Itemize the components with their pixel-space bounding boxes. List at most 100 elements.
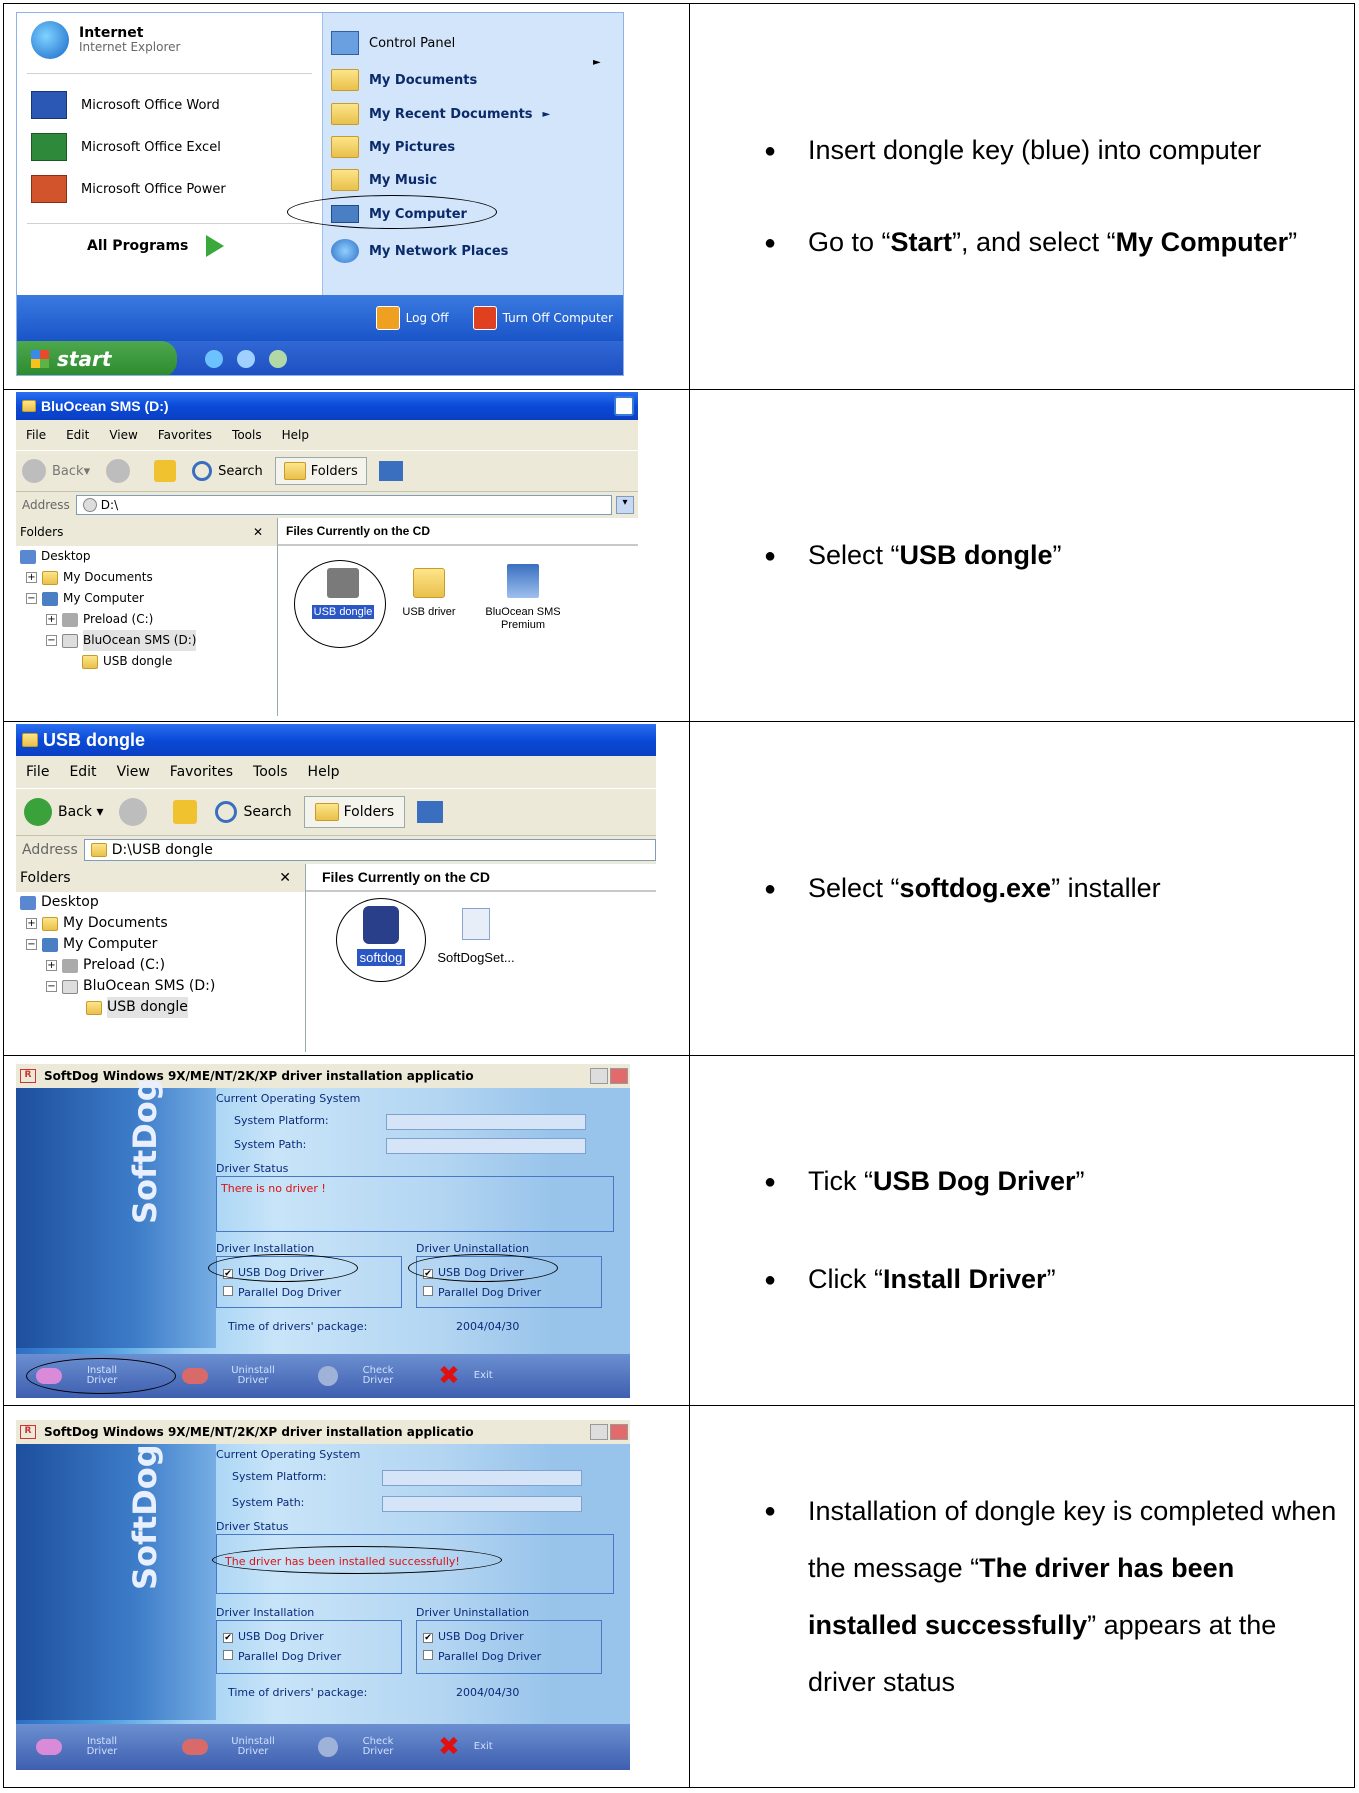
start-item-my-documents[interactable]: My Documents xyxy=(331,69,477,91)
up-folder-icon[interactable] xyxy=(173,800,198,824)
file-softdogset[interactable]: SoftDogSet... xyxy=(426,908,526,965)
check-driver-button[interactable]: Check Driver xyxy=(318,1366,398,1386)
start-item-my-music[interactable]: My Music xyxy=(331,169,437,191)
tree-item-my-computer[interactable]: − My Computer xyxy=(20,588,277,609)
menu-view[interactable]: View xyxy=(109,428,137,442)
tree-item-preload[interactable]: + Preload (C:) xyxy=(20,955,305,976)
tree-item-usb-dongle[interactable]: USB dongle xyxy=(20,997,305,1018)
collapse-icon[interactable]: − xyxy=(46,981,57,992)
back-button[interactable]: Back ▾ xyxy=(22,459,90,483)
forward-button[interactable] xyxy=(106,459,131,483)
uninstall-driver-button[interactable]: Uninstall Driver xyxy=(182,1366,278,1386)
folders-label: Folders xyxy=(343,804,395,820)
address-dropdown-icon[interactable]: ▾ xyxy=(616,496,634,514)
folders-button[interactable]: Folders xyxy=(303,796,406,828)
system-platform-field xyxy=(386,1114,586,1130)
tree-item-usb-dongle[interactable]: USB dongle xyxy=(20,651,277,672)
expand-icon[interactable]: + xyxy=(26,918,37,929)
bullet-dot: ● xyxy=(764,1268,777,1291)
usb-dog-install-checkbox[interactable]: ✔ USB Dog Driver xyxy=(223,1627,395,1647)
close-icon[interactable] xyxy=(610,1068,628,1084)
submenu-arrow-icon: ► xyxy=(542,108,551,120)
search-button[interactable]: Search xyxy=(192,461,263,481)
softdog-brand-panel xyxy=(16,1088,216,1348)
menu-favorites[interactable]: Favorites xyxy=(170,764,233,780)
file-bluocean-premium[interactable]: BluOcean SMS Premium xyxy=(468,564,578,632)
menu-help[interactable]: Help xyxy=(282,428,309,442)
close-icon[interactable] xyxy=(610,1424,628,1440)
menu-edit[interactable]: Edit xyxy=(66,428,89,442)
collapse-icon[interactable]: − xyxy=(26,593,37,604)
menu-favorites[interactable]: Favorites xyxy=(158,428,212,442)
start-item-my-pictures[interactable]: My Pictures xyxy=(331,136,455,158)
start-item-control-panel[interactable]: Control Panel xyxy=(331,31,455,55)
tree-item-preload[interactable]: + Preload (C:) xyxy=(20,609,277,630)
tree-item-bluocean[interactable]: − BluOcean SMS (D:) xyxy=(20,630,277,651)
menu-view[interactable]: View xyxy=(117,764,150,780)
check-driver-button[interactable]: Check Driver xyxy=(318,1737,398,1757)
start-item-network-places[interactable]: My Network Places xyxy=(331,239,508,263)
menu-tools[interactable]: Tools xyxy=(253,764,288,780)
collapse-icon[interactable]: − xyxy=(26,939,37,950)
menu-edit[interactable]: Edit xyxy=(69,764,96,780)
uninstall-driver-button[interactable]: Uninstall Driver xyxy=(182,1737,278,1757)
tree-item-my-documents[interactable]: + My Documents xyxy=(20,567,277,588)
option-label: Parallel Dog Driver xyxy=(438,1286,542,1299)
expand-icon[interactable]: + xyxy=(26,572,37,583)
start-item-internet[interactable]: Internet Internet Explorer xyxy=(31,21,180,59)
tree-item-my-documents[interactable]: + My Documents xyxy=(20,913,305,934)
folders-button[interactable]: Folders xyxy=(274,457,367,485)
install-driver-button[interactable]: Install Driver xyxy=(36,1737,122,1757)
file-usb-driver[interactable]: USB driver xyxy=(392,568,466,618)
turn-off-button[interactable]: Turn Off Computer xyxy=(472,306,613,330)
exit-button[interactable]: ✖ Exit xyxy=(438,1734,493,1760)
address-label: Address xyxy=(22,842,78,858)
minimize-icon[interactable] xyxy=(590,1068,608,1084)
start-item-word[interactable]: Microsoft Office Word xyxy=(31,91,220,119)
back-button[interactable]: Back ▾ xyxy=(24,798,103,826)
views-icon[interactable] xyxy=(417,801,444,823)
tree-item-desktop[interactable]: Desktop xyxy=(20,546,277,567)
minimize-icon[interactable] xyxy=(590,1424,608,1440)
expand-icon[interactable]: + xyxy=(46,614,57,625)
start-item-excel[interactable]: Microsoft Office Excel xyxy=(31,133,221,161)
search-icon xyxy=(215,801,238,823)
bullet-dot: ● xyxy=(764,877,777,900)
views-icon[interactable] xyxy=(378,461,403,481)
up-folder-icon[interactable] xyxy=(154,460,177,482)
address-field[interactable]: D:\ xyxy=(75,494,612,516)
close-pane-icon[interactable]: ✕ xyxy=(279,870,291,886)
expand-icon[interactable]: + xyxy=(46,960,57,971)
parallel-dog-uninstall-checkbox[interactable]: Parallel Dog Driver xyxy=(423,1283,595,1303)
collapse-icon[interactable]: − xyxy=(46,635,57,646)
all-programs-button[interactable]: All Programs xyxy=(87,235,225,257)
forward-button[interactable] xyxy=(119,798,148,826)
usb-dog-uninstall-checkbox[interactable]: ✔ USB Dog Driver xyxy=(423,1627,595,1647)
parallel-dog-uninstall-checkbox[interactable]: Parallel Dog Driver xyxy=(423,1647,595,1667)
exit-button[interactable]: ✖ Exit xyxy=(438,1363,493,1389)
tree-item-bluocean[interactable]: − BluOcean SMS (D:) xyxy=(20,976,305,997)
quick-launch-media-icon[interactable] xyxy=(237,350,255,368)
quick-launch-ie-icon[interactable] xyxy=(205,350,223,368)
minimize-icon[interactable] xyxy=(614,396,634,416)
start-button[interactable]: start xyxy=(17,341,177,375)
menu-file[interactable]: File xyxy=(26,764,49,780)
tree-item-desktop[interactable]: Desktop xyxy=(20,892,305,913)
close-pane-icon[interactable]: ✕ xyxy=(253,525,263,539)
parallel-dog-install-checkbox[interactable]: Parallel Dog Driver xyxy=(223,1283,395,1303)
search-button[interactable]: Search xyxy=(215,801,292,823)
menu-help[interactable]: Help xyxy=(308,764,340,780)
parallel-dog-install-checkbox[interactable]: Parallel Dog Driver xyxy=(223,1647,395,1667)
menu-file[interactable]: File xyxy=(26,428,46,442)
computer-icon xyxy=(42,937,58,952)
start-item-powerpoint[interactable]: Microsoft Office Power xyxy=(31,175,226,203)
log-off-button[interactable]: Log Off xyxy=(375,306,449,330)
address-field[interactable]: D:\USB dongle xyxy=(83,838,656,862)
my-pictures-label: My Pictures xyxy=(369,139,456,155)
start-item-recent-documents[interactable]: My Recent Documents ► xyxy=(331,103,550,125)
tree-item-my-computer[interactable]: − My Computer xyxy=(20,934,305,955)
menu-tools[interactable]: Tools xyxy=(232,428,262,442)
quick-launch-msn-icon[interactable] xyxy=(269,350,287,368)
step-row-3: USB dongle File Edit View Favorites Tool… xyxy=(3,721,1355,1056)
softdog-window-before: R SoftDog Windows 9X/ME/NT/2K/XP driver … xyxy=(16,1064,630,1398)
